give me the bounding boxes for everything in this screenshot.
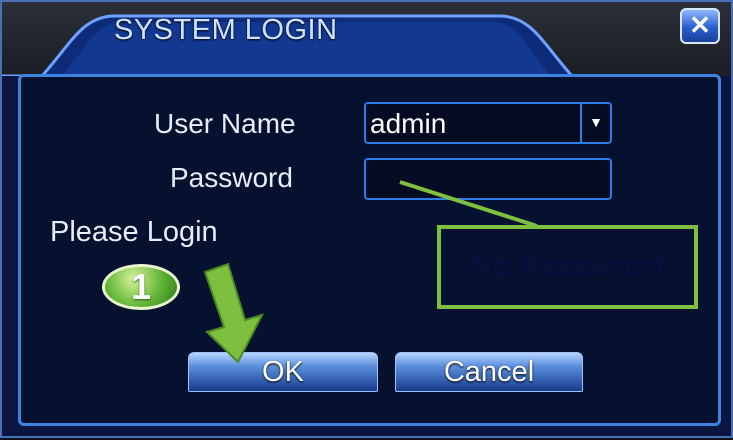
callout-line: [399, 180, 538, 228]
arrow-down-icon: [203, 262, 264, 364]
login-dialog: SYSTEM LOGIN ✕ User Name admin ▼ Passwor…: [0, 0, 733, 438]
annotation-arrows: [203, 180, 538, 364]
